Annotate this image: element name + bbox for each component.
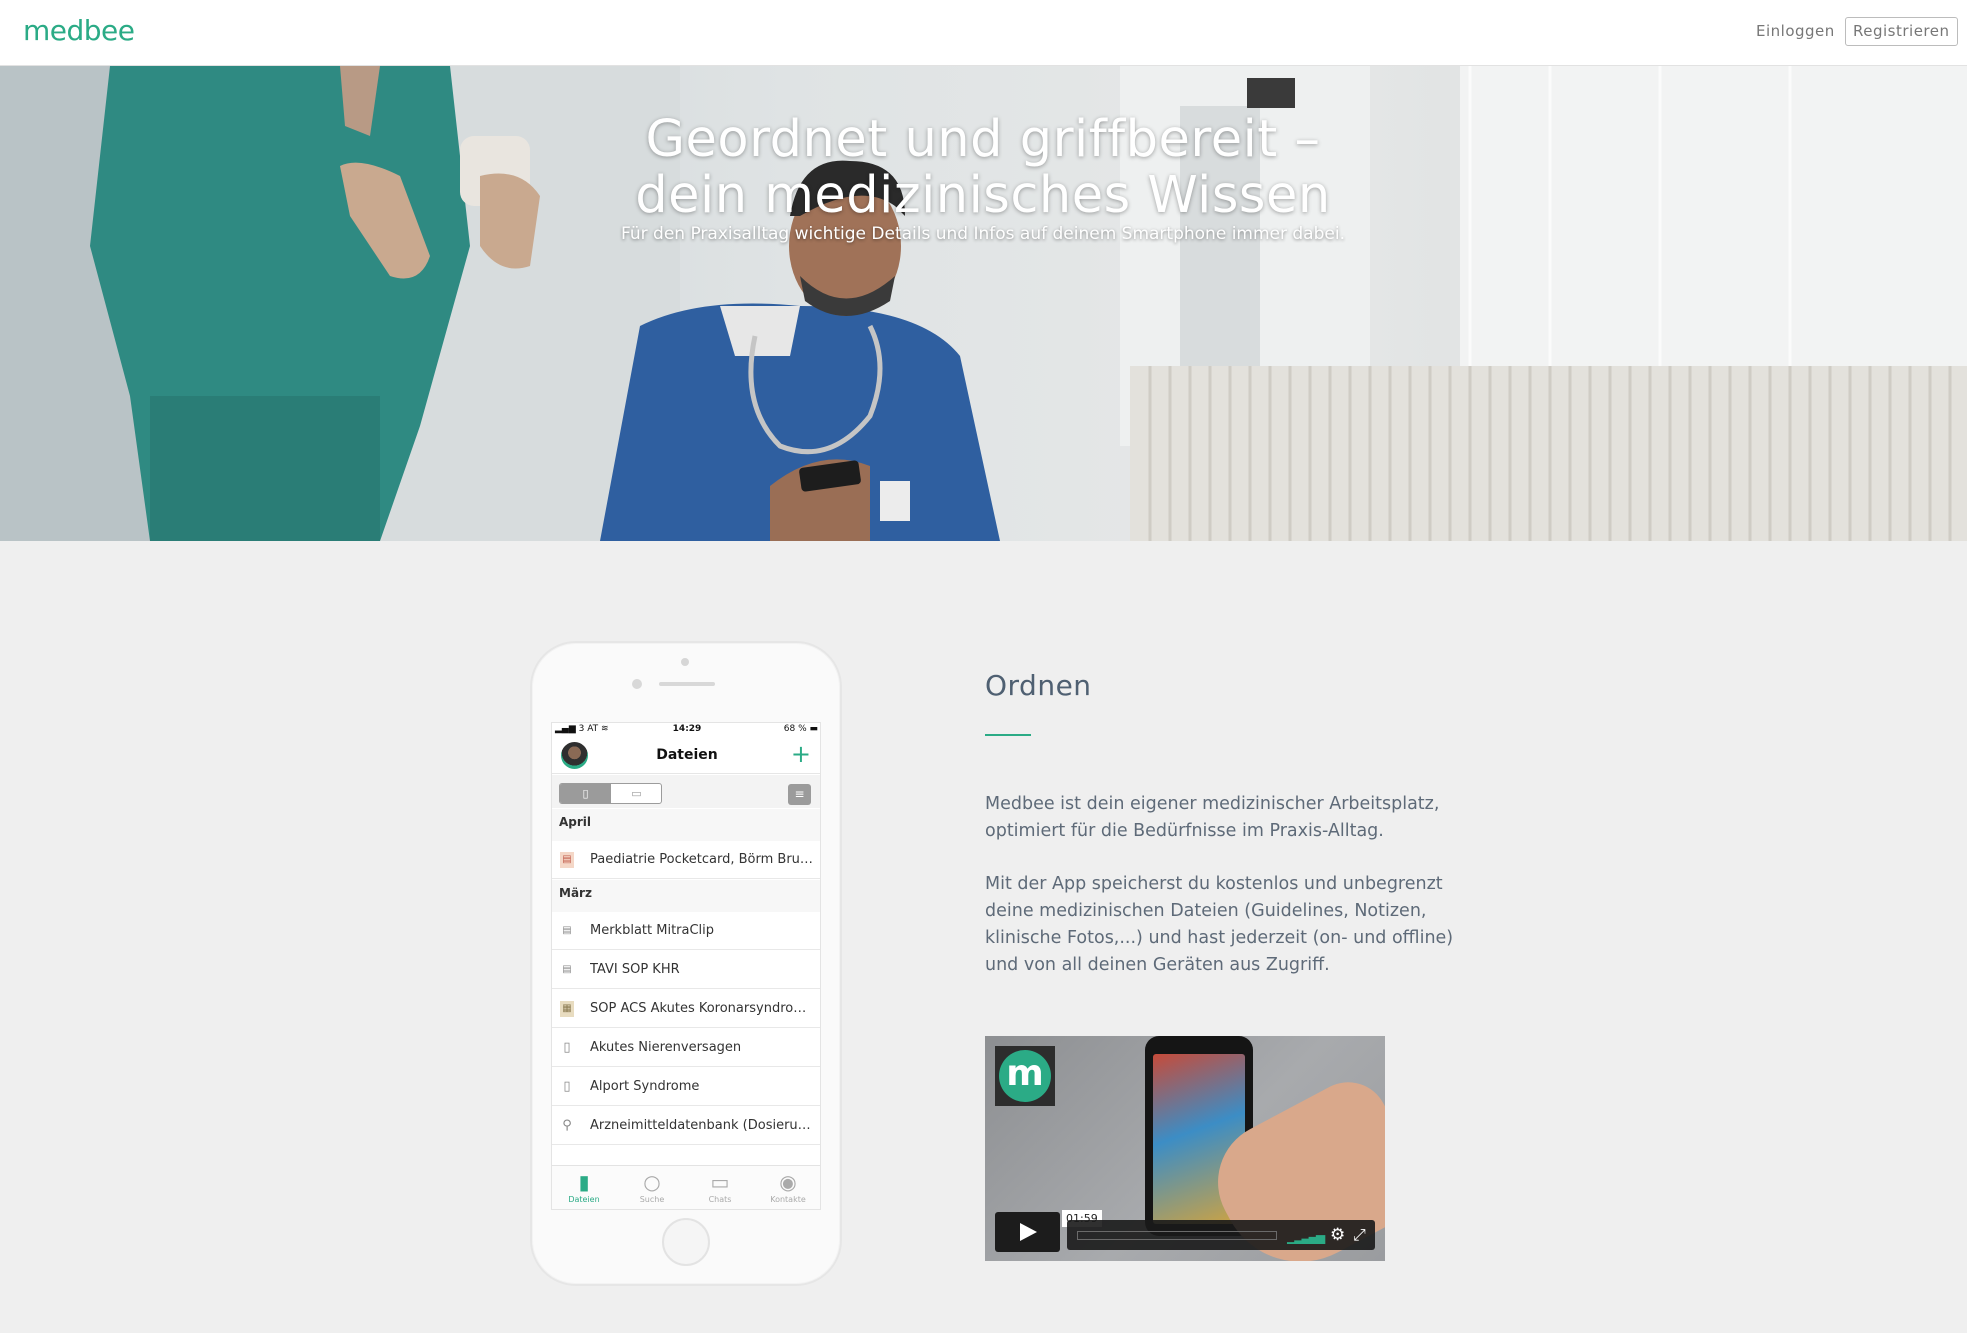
document-icon: ▯ (563, 1040, 571, 1055)
files-icon: ▮ (578, 1170, 590, 1194)
folder-view-icon[interactable]: ▭ (611, 784, 661, 803)
login-link[interactable]: Einloggen (1756, 22, 1835, 40)
volume-icon[interactable]: ▁▂▃▄▅ (1287, 1230, 1325, 1244)
section-title: Ordnen (985, 669, 1092, 702)
intro-paragraph: Medbee ist dein eigener medizinischer Ar… (985, 794, 1440, 841)
hero-banner: Geordnet und griffbereit – dein medizini… (0, 66, 1967, 541)
document-thumb-icon: ▤ (562, 925, 572, 936)
document-thumb-icon: ▤ (560, 852, 574, 868)
list-view-icon[interactable]: ≡ (788, 784, 811, 805)
video-control-bar: ▁▂▃▄▅ ⚙ ⤢ (1067, 1220, 1375, 1250)
medbee-m-icon: m (999, 1050, 1051, 1102)
hero-title: Geordnet und griffbereit – dein medizini… (635, 110, 1331, 225)
title-divider (985, 734, 1031, 736)
register-button[interactable]: Registrieren (1845, 17, 1958, 46)
fullscreen-icon[interactable]: ⤢ (1353, 1225, 1366, 1245)
view-toggle-bar: ▯ ▭ ≡ (552, 775, 820, 808)
list-item[interactable]: ▯ Alport Syndrome (552, 1068, 820, 1106)
app-top-bar: Dateien + (552, 737, 820, 774)
play-icon (1020, 1223, 1037, 1241)
tab-dateien[interactable]: ▮ Dateien (554, 1169, 614, 1204)
play-button[interactable] (995, 1212, 1060, 1252)
tab-kontakte[interactable]: ◉ Kontakte (758, 1169, 818, 1204)
list-item[interactable]: ▦ SOP ACS Akutes Koronarsyndro… (552, 990, 820, 1028)
list-item[interactable]: ▤ Merkblatt MitraClip (552, 912, 820, 950)
link-icon: ⚲ (562, 1118, 572, 1133)
tab-suche[interactable]: ○ Suche (622, 1169, 682, 1204)
document-thumb-icon: ▤ (562, 964, 572, 975)
add-icon[interactable]: + (791, 741, 811, 767)
contacts-icon: ◉ (779, 1170, 797, 1194)
status-time: 14:29 (672, 724, 702, 734)
list-item[interactable]: ▤ TAVI SOP KHR (552, 951, 820, 989)
section-header-maerz: März (552, 880, 820, 912)
phone-camera (681, 658, 689, 666)
video-player[interactable]: m 01:59 ▁▂▃▄▅ ⚙ ⤢ (985, 1036, 1385, 1261)
video-progress-bar[interactable] (1077, 1231, 1277, 1240)
list-item[interactable]: ⚲ Arzneimitteldatenbank (Dosieru… (552, 1107, 820, 1145)
section-header-april: April (552, 809, 820, 841)
hero-subtitle: Für den Praxisalltag wichtige Details un… (621, 224, 1345, 244)
view-segmented-control: ▯ ▭ (559, 783, 662, 804)
document-thumb-icon: ▦ (560, 1001, 574, 1017)
chat-icon: ▭ (710, 1170, 730, 1194)
battery-label: 68 % ▬ (783, 724, 818, 734)
phone-sensor (632, 679, 642, 689)
app-tab-bar: ▮ Dateien ○ Suche ▭ Chats ◉ Kontakte (552, 1165, 820, 1209)
status-bar: ▂▄▆ 3 AT ≋ 14:29 68 % ▬ (552, 723, 820, 737)
phone-home-button (662, 1218, 710, 1266)
app-screen: ▂▄▆ 3 AT ≋ 14:29 68 % ▬ Dateien + ▯ ▭ ≡ … (551, 722, 821, 1210)
site-header: medbee Einloggen Registrieren (0, 0, 1967, 66)
list-item[interactable]: ▤ Paediatrie Pocketcard, Börm Bru… (552, 841, 820, 879)
video-channel-logo: m (995, 1046, 1055, 1106)
medbee-logo[interactable]: medbee (23, 14, 135, 47)
screen-title: Dateien (656, 747, 718, 763)
tab-chats[interactable]: ▭ Chats (690, 1169, 750, 1204)
files-view-icon[interactable]: ▯ (560, 784, 611, 803)
list-item[interactable]: ▯ Akutes Nierenversagen (552, 1029, 820, 1067)
phone-speaker (659, 682, 715, 686)
search-icon: ○ (643, 1170, 661, 1194)
document-icon: ▯ (563, 1079, 571, 1094)
description-paragraph: Mit der App speicherst du kostenlos und … (985, 874, 1454, 975)
phone-mockup: ▂▄▆ 3 AT ≋ 14:29 68 % ▬ Dateien + ▯ ▭ ≡ … (530, 641, 842, 1286)
settings-icon[interactable]: ⚙ (1330, 1225, 1345, 1245)
